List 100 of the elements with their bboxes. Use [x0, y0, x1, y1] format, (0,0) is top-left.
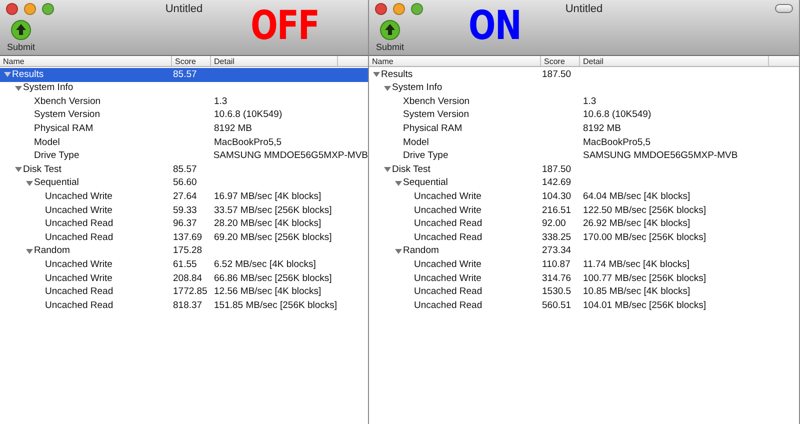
row-name: Physical RAM: [34, 122, 94, 136]
tree-row[interactable]: Uncached Write 27.64 16.97 MB/sec [4K blocks]: [0, 190, 368, 204]
window-control-icon[interactable]: [375, 3, 387, 15]
tree-row[interactable]: Uncached Write 61.55 6.52 MB/sec [4K blocks]: [0, 258, 368, 272]
tree-row[interactable]: Uncached Read 1530.5 10.85 MB/sec [4K blocks]: [369, 286, 799, 300]
window-control-icon[interactable]: [42, 3, 54, 15]
tree-row[interactable]: Sequential 142.69: [369, 176, 799, 190]
tree-row[interactable]: Model MacBookPro5,5: [0, 136, 368, 150]
window-control-icon[interactable]: [411, 3, 423, 15]
tree-row[interactable]: Model MacBookPro5,5: [369, 136, 799, 150]
row-detail: 8192 MB: [583, 123, 622, 134]
row-name: Uncached Write: [414, 190, 482, 204]
disclosure-triangle-down-icon[interactable]: [395, 180, 402, 188]
disclosure-triangle-down-icon[interactable]: [26, 248, 33, 256]
row-name: Results: [12, 68, 44, 82]
disclosure-triangle-down-icon[interactable]: [4, 71, 11, 78]
row-detail: 11.74 MB/sec [4K blocks]: [583, 258, 690, 270]
row-score: 92.00: [541, 218, 566, 230]
tree-row[interactable]: Uncached Read 96.37 28.20 MB/sec [4K blocks]: [0, 218, 368, 232]
tree-row[interactable]: Uncached Read 338.25 170.00 MB/sec [256K blocks]: [369, 231, 799, 245]
tree-row[interactable]: Physical RAM 8192 MB: [369, 122, 799, 136]
row-name: Uncached Read: [414, 285, 482, 300]
row-name: Uncached Read: [45, 285, 114, 300]
row-detail: 64.04 MB/sec [4K blocks]: [583, 191, 690, 202]
window-control-icon[interactable]: [6, 3, 18, 15]
row-detail: 122.50 MB/sec [256K blocks]: [583, 204, 706, 216]
row-score: 208.84: [172, 272, 202, 284]
tree-row[interactable]: Uncached Write 314.76 100.77 MB/sec [256K blocks]: [369, 272, 799, 286]
row-score: 104.30: [541, 191, 572, 202]
tree-row[interactable]: Uncached Write 110.87 11.74 MB/sec [4K blocks]: [369, 258, 799, 272]
row-score: 59.33: [172, 204, 197, 216]
tree-row[interactable]: Uncached Write 104.30 64.04 MB/sec [4K blocks]: [369, 190, 799, 204]
row-name: Uncached Write: [45, 258, 112, 272]
tree-row[interactable]: System Version 10.6.8 (10K549): [0, 108, 368, 122]
row-name: Random: [34, 244, 70, 258]
column-header[interactable]: Name: [0, 56, 172, 66]
row-detail: 69.20 MB/sec [256K blocks]: [214, 232, 332, 243]
tree-row[interactable]: Xbench Version 1.3: [369, 95, 799, 109]
row-name: Xbench Version: [403, 94, 470, 109]
row-score: 273.34: [541, 245, 572, 256]
row-score: 338.25: [541, 232, 572, 243]
tree-row[interactable]: Results 85.57: [0, 68, 368, 82]
tree-row[interactable]: Random 273.34: [369, 244, 799, 258]
row-detail: MacBookPro5,5: [214, 136, 282, 148]
row-detail: 1.3: [214, 96, 228, 107]
tree-row[interactable]: Uncached Read 1772.85 12.56 MB/sec [4K blocks]: [0, 286, 368, 300]
disclosure-triangle-down-icon[interactable]: [384, 84, 391, 92]
column-header[interactable]: Detail: [580, 56, 769, 66]
submit-button[interactable]: Submit: [373, 20, 407, 52]
row-detail: 28.20 MB/sec [4K blocks]: [214, 218, 322, 230]
disclosure-triangle-down-icon[interactable]: [373, 71, 380, 78]
row-name: Uncached Read: [45, 217, 114, 232]
column-header[interactable]: Score: [541, 56, 580, 66]
row-name: Model: [403, 136, 429, 150]
tree-row[interactable]: Uncached Write 216.51 122.50 MB/sec [256K blocks]: [369, 204, 799, 218]
tree-row[interactable]: Uncached Read 560.51 104.01 MB/sec [256K blocks]: [369, 299, 799, 313]
tree-row[interactable]: Drive Type SAMSUNG MMDOE56G5MXP-MVB: [0, 150, 368, 164]
tree-row[interactable]: Disk Test 187.50: [369, 163, 799, 177]
row-detail: 100.77 MB/sec [256K blocks]: [583, 272, 706, 284]
row-score: 818.37: [172, 300, 202, 311]
row-name: Disk Test: [392, 162, 430, 177]
row-name: System Version: [403, 108, 469, 122]
column-header[interactable]: Detail: [211, 56, 338, 66]
disclosure-triangle-down-icon[interactable]: [26, 180, 33, 188]
window-control-icon[interactable]: [24, 3, 36, 15]
disclosure-triangle-down-icon[interactable]: [15, 166, 22, 174]
row-detail: 1.3: [583, 96, 596, 107]
tree-row[interactable]: Random 175.28: [0, 244, 368, 258]
overlay-label: OFF: [250, 6, 320, 46]
column-header[interactable]: Score: [172, 56, 211, 66]
column-header[interactable]: Name: [369, 56, 541, 66]
tree-row[interactable]: Sequential 56.60: [0, 176, 368, 190]
tree-row[interactable]: Disk Test 85.57: [0, 163, 368, 177]
row-score: 187.50: [541, 68, 572, 80]
disclosure-triangle-down-icon[interactable]: [384, 166, 391, 174]
row-detail: 104.01 MB/sec [256K blocks]: [583, 300, 706, 311]
row-detail: 16.97 MB/sec [4K blocks]: [214, 191, 322, 202]
tree-row[interactable]: Results 187.50: [369, 68, 799, 82]
tree-row[interactable]: Drive Type SAMSUNG MMDOE56G5MXP-MVB: [369, 150, 799, 164]
tree-row[interactable]: System Version 10.6.8 (10K549): [369, 108, 799, 122]
tree-row[interactable]: Xbench Version 1.3: [0, 95, 368, 109]
row-detail: SAMSUNG MMDOE56G5MXP-MVB: [583, 150, 738, 162]
submit-button[interactable]: Submit: [4, 20, 38, 52]
tree-row[interactable]: Uncached Read 92.00 26.92 MB/sec [4K blocks]: [369, 218, 799, 232]
tree-row[interactable]: System Info: [369, 82, 799, 96]
disclosure-triangle-down-icon[interactable]: [15, 84, 22, 92]
tree-row[interactable]: Uncached Write 208.84 66.86 MB/sec [256K blocks]: [0, 272, 368, 286]
tree-row[interactable]: Uncached Read 818.37 151.85 MB/sec [256K blocks]: [0, 299, 368, 313]
row-score: 1530.5: [541, 286, 572, 298]
tree-row[interactable]: Physical RAM 8192 MB: [0, 122, 368, 136]
window-control-icon[interactable]: [393, 3, 405, 15]
row-score: 110.87: [541, 258, 570, 270]
row-score: 85.57: [172, 164, 197, 175]
tree-row[interactable]: System Info: [0, 82, 368, 96]
tree-row[interactable]: Uncached Read 137.69 69.20 MB/sec [256K blocks]: [0, 231, 368, 245]
toolbar-toggle-button[interactable]: [775, 4, 793, 13]
tree-row[interactable]: Uncached Write 59.33 33.57 MB/sec [256K blocks]: [0, 204, 368, 218]
row-detail: 151.85 MB/sec [256K blocks]: [214, 300, 338, 311]
row-score: 61.55: [172, 258, 197, 270]
disclosure-triangle-down-icon[interactable]: [395, 248, 402, 256]
